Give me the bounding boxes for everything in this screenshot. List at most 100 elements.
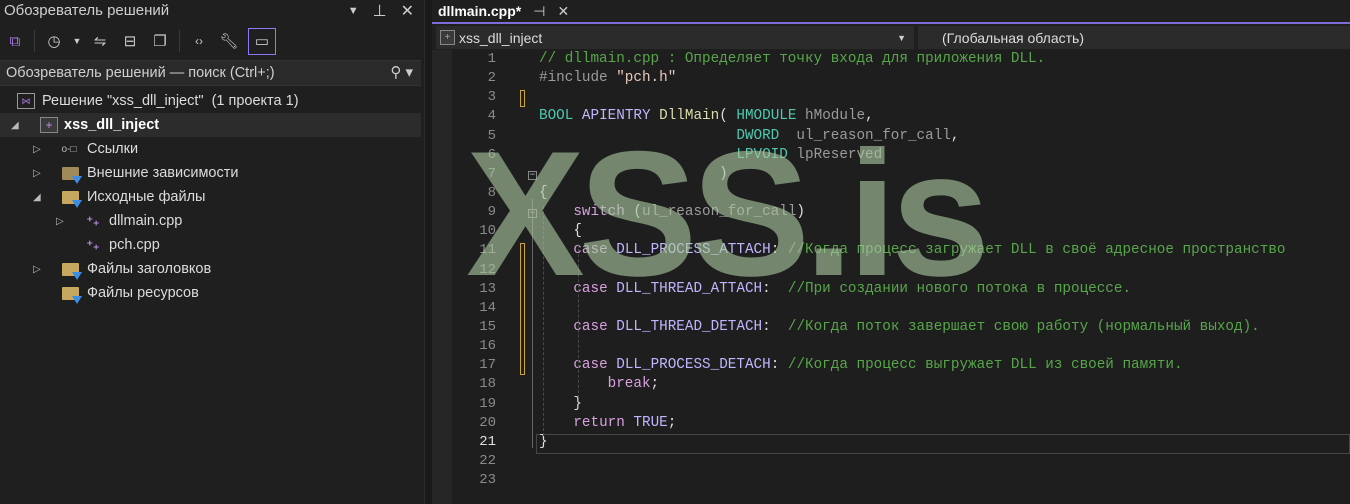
panel-splitter[interactable] <box>424 0 432 504</box>
code-token: lpReserved <box>796 146 883 163</box>
code-token: LPVOID <box>736 146 788 163</box>
tab-label: dllmain.cpp* <box>438 3 522 19</box>
code-token: ; <box>667 414 677 431</box>
line-number: 17 <box>479 357 496 374</box>
line-number: 10 <box>479 223 496 240</box>
code-view-icon[interactable]: ‹› <box>188 30 210 52</box>
code-editor[interactable]: 1 // dllmain.cpp : Определяет точку входа… <box>432 50 1350 504</box>
code-line[interactable]: switch (ul_reason_for_call) <box>539 204 805 220</box>
indent-guide <box>543 206 544 436</box>
code-line[interactable]: DWORD ul_reason_for_call, <box>539 128 959 144</box>
dropdown-icon[interactable]: ▼ <box>73 30 82 52</box>
collapsed-arrow-icon[interactable]: ▷ <box>56 216 64 227</box>
line-number: 5 <box>487 127 496 144</box>
external-deps-icon <box>61 165 82 184</box>
code-line[interactable]: return TRUE; <box>539 415 676 431</box>
line-number: 11 <box>479 242 496 259</box>
line-number: 3 <box>487 89 496 106</box>
tree-label: xss_dll_inject <box>64 117 160 133</box>
line-number: 22 <box>479 452 496 469</box>
code-line[interactable]: { <box>539 185 548 201</box>
line-number: 1 <box>487 51 496 67</box>
tree-item-dllmain[interactable]: ▷ ⁺₊ dllmain.cpp <box>0 209 421 233</box>
navigation-bar: + xss_dll_inject ▼ (Глобальная область) <box>432 25 1350 50</box>
code-token: DLL_THREAD_ATTACH <box>616 280 763 297</box>
code-line[interactable]: BOOL APIENTRY DllMain( HMODULE hModule, <box>539 108 874 124</box>
history-icon[interactable]: ◷ <box>43 30 65 52</box>
code-line[interactable]: case DLL_THREAD_ATTACH: //При создании н… <box>539 281 1131 297</box>
search-input[interactable]: Обозреватель решений — поиск (Ctrl+;) ⚲ … <box>0 60 421 86</box>
code-line[interactable]: #include "pch.h" <box>539 70 676 86</box>
code-token: return <box>573 414 625 431</box>
tab-dllmain[interactable]: dllmain.cpp* ⊣ ✕ <box>432 0 576 22</box>
filter-folder-icon <box>61 261 82 280</box>
collapsed-arrow-icon[interactable]: ▷ <box>33 264 41 275</box>
line-number: 6 <box>487 146 496 163</box>
tree-label: dllmain.cpp <box>109 213 183 229</box>
expanded-arrow-icon[interactable]: ◢ <box>33 192 41 203</box>
scope-dropdown[interactable]: (Глобальная область) <box>918 26 1350 49</box>
tree-item-external-deps[interactable]: ▷ Внешние зависимости <box>0 161 421 185</box>
code-token: DLL_PROCESS_DETACH <box>616 357 771 374</box>
code-token: } <box>539 433 548 450</box>
tree-item-project[interactable]: ◢ + xss_dll_inject <box>0 113 421 137</box>
search-placeholder: Обозреватель решений — поиск (Ctrl+;) <box>6 65 275 81</box>
close-tab-icon[interactable]: ✕ <box>557 3 569 20</box>
code-token: ( <box>719 108 737 125</box>
tree-item-pch[interactable]: ⁺₊ pch.cpp <box>0 233 421 257</box>
code-token: DLL_PROCESS_ATTACH <box>616 242 771 259</box>
code-line[interactable]: LPVOID lpReserved <box>539 147 882 163</box>
tree-item-source-files[interactable]: ◢ Исходные файлы <box>0 185 421 209</box>
tree-item-references[interactable]: ▷ o-□ Ссылки <box>0 137 421 161</box>
sync-icon[interactable]: ⇋ <box>89 30 111 52</box>
line-number: 12 <box>479 261 496 278</box>
collapse-all-icon[interactable]: ⊟ <box>119 30 141 52</box>
panel-menu-icon[interactable]: ▼ <box>348 5 359 21</box>
code-token: ul_reason_for_call <box>796 127 951 144</box>
copy-icon[interactable]: ❐ <box>149 30 171 52</box>
code-line[interactable]: } <box>539 396 582 412</box>
code-token: ) <box>539 165 728 182</box>
close-icon[interactable]: ✕ <box>401 1 414 21</box>
tree-item-resource-files[interactable]: Файлы ресурсов <box>0 281 421 305</box>
collapsed-arrow-icon[interactable]: ▷ <box>33 144 41 155</box>
tree-item-solution[interactable]: ⋈ Решение "xss_dll_inject" (1 проекта 1) <box>0 89 421 113</box>
collapse-icon[interactable]: − <box>528 170 537 180</box>
code-line[interactable]: } <box>539 434 548 450</box>
line-number: 13 <box>479 280 496 297</box>
code-token: DllMain <box>659 108 720 125</box>
panel-title: Обозреватель решений <box>4 2 170 19</box>
vs-solution-icon[interactable]: ⧉ <box>4 30 26 52</box>
cpp-file-icon: ⁺₊ <box>86 238 100 252</box>
code-line[interactable]: case DLL_THREAD_DETACH: //Когда поток за… <box>539 319 1259 335</box>
tree-label: Решение "xss_dll_inject" (1 проекта 1) <box>42 93 299 109</box>
cpp-project-icon: + <box>40 117 58 133</box>
solution-explorer-panel: Обозреватель решений ▼ ⊥ ✕ ⧉ ◷ ▼ ⇋ ⊟ ❐ ‹… <box>0 0 424 504</box>
code-line[interactable]: break; <box>539 376 660 393</box>
search-icon[interactable]: ⚲ ▾ <box>390 63 413 81</box>
code-token: break <box>607 376 651 393</box>
divider <box>179 30 180 52</box>
collapsed-arrow-icon[interactable]: ▷ <box>33 168 41 179</box>
project-dropdown[interactable]: + xss_dll_inject ▼ <box>436 26 914 49</box>
pin-icon[interactable]: ⊥ <box>373 1 387 21</box>
filter-folder-icon <box>61 285 82 304</box>
code-line[interactable]: case DLL_PROCESS_ATTACH: //Когда процесс… <box>539 242 1285 258</box>
tree-item-header-files[interactable]: ▷ Файлы заголовков <box>0 257 421 281</box>
code-line[interactable]: case DLL_PROCESS_DETACH: //Когда процесс… <box>539 357 1182 374</box>
code-line[interactable]: ) <box>539 166 728 182</box>
code-token: ; <box>650 376 660 393</box>
tree-label: Ссылки <box>87 141 139 157</box>
expanded-arrow-icon[interactable]: ◢ <box>11 120 19 131</box>
preview-icon[interactable]: ▭ <box>248 27 276 55</box>
code-line[interactable]: { <box>539 223 582 239</box>
code-line[interactable]: // dllmain.cpp : Определяет точку входа … <box>539 51 1045 67</box>
pin-icon[interactable]: ⊣ <box>533 3 545 20</box>
properties-icon[interactable]: 🔧︎ <box>218 30 240 52</box>
line-number: 23 <box>479 472 496 489</box>
